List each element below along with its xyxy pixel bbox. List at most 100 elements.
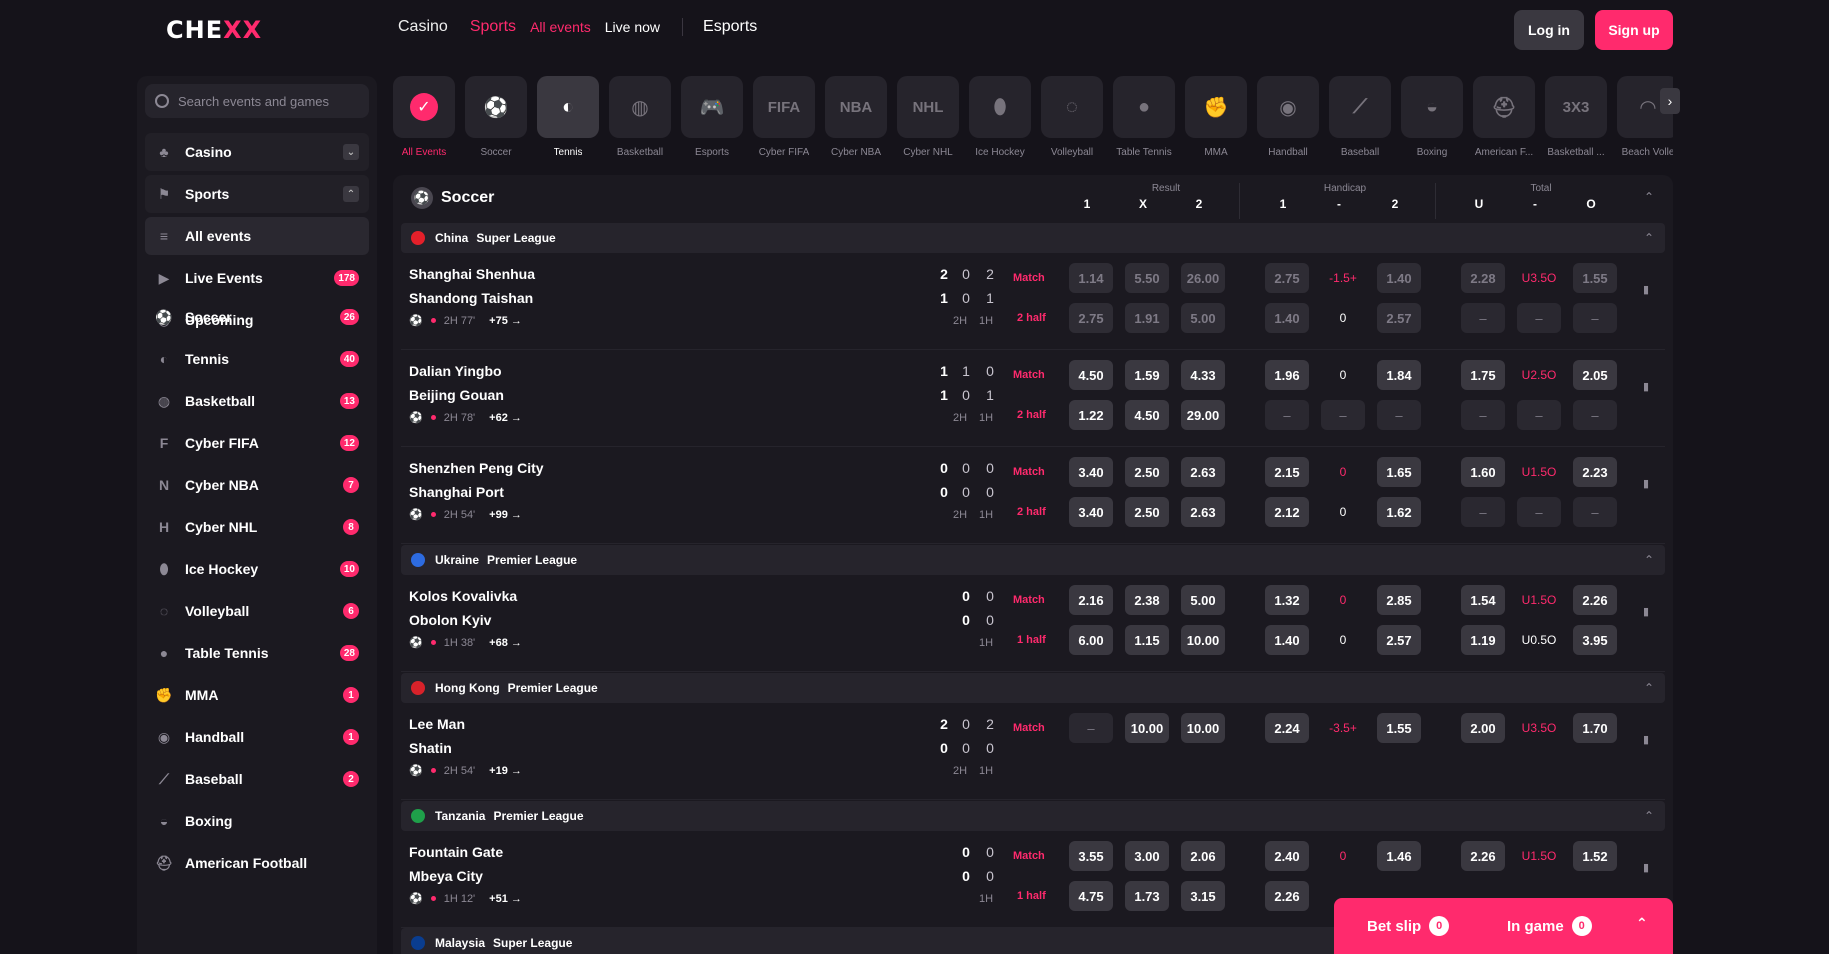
odds-button[interactable]: 2.26: [1461, 841, 1505, 871]
tab-mma[interactable]: ✊ MMA: [1185, 76, 1247, 158]
odds-button[interactable]: –: [1573, 400, 1617, 430]
odds-button[interactable]: 5.50: [1125, 263, 1169, 293]
tab-american-f[interactable]: ⛑ American F...: [1473, 76, 1535, 158]
sidebar-item-baseball[interactable]: ⟋ Baseball 2: [145, 760, 369, 798]
odds-button[interactable]: 1.40: [1377, 263, 1421, 293]
odds-button[interactable]: 2.16: [1069, 585, 1113, 615]
tab-soccer[interactable]: ⚽ Soccer: [465, 76, 527, 158]
odds-button[interactable]: 4.50: [1069, 360, 1113, 390]
odds-button[interactable]: 1.52: [1573, 841, 1617, 871]
odds-button[interactable]: 1.70: [1573, 713, 1617, 743]
in-game-tab[interactable]: In game 0: [1507, 916, 1592, 936]
sidebar-item-soccer[interactable]: ⚽ Soccer 26: [145, 298, 369, 336]
odds-button[interactable]: 2.75: [1069, 303, 1113, 333]
team-home[interactable]: Dalian Yingbo: [409, 363, 502, 379]
odds-button[interactable]: 2.00: [1461, 713, 1505, 743]
team-home[interactable]: Shenzhen Peng City: [409, 460, 544, 476]
team-home[interactable]: Fountain Gate: [409, 844, 503, 860]
brand-logo[interactable]: CHE XX: [166, 15, 262, 45]
sidebar-item-mma[interactable]: ✊ MMA 1: [145, 676, 369, 714]
odds-button[interactable]: 2.24: [1265, 713, 1309, 743]
sidebar-group-casino[interactable]: ♣ Casino ⌄: [145, 133, 369, 171]
odds-button[interactable]: 3.00: [1125, 841, 1169, 871]
odds-button[interactable]: 2.05: [1573, 360, 1617, 390]
bet-slip-bar[interactable]: Bet slip 0 In game 0 ⌃: [1334, 898, 1673, 954]
odds-button[interactable]: 5.00: [1181, 585, 1225, 615]
odds-button[interactable]: 1.91: [1125, 303, 1169, 333]
chevron-up-icon[interactable]: ⌃: [1641, 680, 1657, 696]
odds-button[interactable]: 1.15: [1125, 625, 1169, 655]
chevron-up-icon[interactable]: ⌃: [1641, 808, 1657, 824]
nav-live-now[interactable]: Live now: [605, 19, 660, 35]
odds-button[interactable]: 1.65: [1377, 457, 1421, 487]
odds-button[interactable]: 1.40: [1265, 625, 1309, 655]
nav-sports[interactable]: Sports: [470, 18, 516, 36]
sidebar-item-basketball[interactable]: ◍ Basketball 13: [145, 382, 369, 420]
tab-table-tennis[interactable]: ● Table Tennis: [1113, 76, 1175, 158]
odds-button[interactable]: 2.26: [1573, 585, 1617, 615]
odds-button[interactable]: 2.63: [1181, 497, 1225, 527]
sidebar-item-cyber-nba[interactable]: N Cyber NBA 7: [145, 466, 369, 504]
team-home[interactable]: Shanghai Shenhua: [409, 266, 535, 282]
odds-button[interactable]: 5.00: [1181, 303, 1225, 333]
odds-button[interactable]: 2.15: [1265, 457, 1309, 487]
odds-button[interactable]: 2.50: [1125, 497, 1169, 527]
odds-button[interactable]: 1.32: [1265, 585, 1309, 615]
odds-button[interactable]: 6.00: [1069, 625, 1113, 655]
more-markets-link[interactable]: +75 →: [489, 315, 522, 327]
sidebar-item-tennis[interactable]: ◐ Tennis 40: [145, 340, 369, 378]
more-markets-link[interactable]: +19 →: [489, 765, 522, 777]
team-home[interactable]: Lee Man: [409, 716, 465, 732]
odds-button[interactable]: 1.62: [1377, 497, 1421, 527]
tab-boxing[interactable]: ◒ Boxing: [1401, 76, 1463, 158]
sidebar-item-table-tennis[interactable]: ● Table Tennis 28: [145, 634, 369, 672]
team-home[interactable]: Kolos Kovalivka: [409, 588, 517, 604]
stats-icon[interactable]: ▮: [1643, 605, 1657, 619]
search-input[interactable]: Search events and games: [145, 84, 369, 118]
odds-button[interactable]: 1.84: [1377, 360, 1421, 390]
odds-button[interactable]: 2.57: [1377, 625, 1421, 655]
odds-button[interactable]: 2.50: [1125, 457, 1169, 487]
nav-all-events[interactable]: All events: [530, 19, 591, 35]
odds-button[interactable]: 2.28: [1461, 263, 1505, 293]
odds-button[interactable]: 1.22: [1069, 400, 1113, 430]
chevron-down-icon[interactable]: ⌄: [343, 144, 359, 160]
league-header[interactable]: Hong Kong Premier League: [401, 673, 1665, 703]
sidebar-item-handball[interactable]: ◉ Handball 1: [145, 718, 369, 756]
odds-button[interactable]: 1.14: [1069, 263, 1113, 293]
sidebar-item-cyber-nhl[interactable]: H Cyber NHL 8: [145, 508, 369, 546]
odds-button[interactable]: 2.23: [1573, 457, 1617, 487]
odds-button[interactable]: 2.38: [1125, 585, 1169, 615]
sidebar-item-volleyball[interactable]: ◌ Volleyball 6: [145, 592, 369, 630]
odds-button[interactable]: –: [1377, 400, 1421, 430]
sidebar-item-live-events[interactable]: ▶ Live Events 178: [145, 259, 369, 297]
odds-button[interactable]: 3.40: [1069, 457, 1113, 487]
odds-button[interactable]: 1.54: [1461, 585, 1505, 615]
odds-button[interactable]: 2.06: [1181, 841, 1225, 871]
odds-button[interactable]: 3.15: [1181, 881, 1225, 911]
chevron-up-icon[interactable]: ⌃: [1641, 230, 1657, 246]
odds-button[interactable]: 1.59: [1125, 360, 1169, 390]
odds-button[interactable]: 2.63: [1181, 457, 1225, 487]
odds-button[interactable]: –: [1461, 400, 1505, 430]
tab-cyber-nba[interactable]: NBA Cyber NBA: [825, 76, 887, 158]
more-markets-link[interactable]: +99 →: [489, 509, 522, 521]
odds-button[interactable]: 1.96: [1265, 360, 1309, 390]
odds-button[interactable]: 3.40: [1069, 497, 1113, 527]
odds-button[interactable]: 4.33: [1181, 360, 1225, 390]
sidebar-group-sports[interactable]: ⚑ Sports ⌃: [145, 175, 369, 213]
team-away[interactable]: Mbeya City: [409, 868, 483, 884]
tab-handball[interactable]: ◉ Handball: [1257, 76, 1319, 158]
odds-button[interactable]: 2.40: [1265, 841, 1309, 871]
chevron-up-icon[interactable]: ⌃: [1636, 915, 1648, 932]
stats-icon[interactable]: ▮: [1643, 861, 1657, 875]
chevron-up-icon[interactable]: ⌃: [343, 186, 359, 202]
league-header[interactable]: Ukraine Premier League: [401, 545, 1665, 575]
tab-volleyball[interactable]: ◌ Volleyball: [1041, 76, 1103, 158]
league-header[interactable]: China Super League: [401, 223, 1665, 253]
nav-casino[interactable]: Casino: [398, 18, 448, 36]
odds-button[interactable]: 1.40: [1265, 303, 1309, 333]
stats-icon[interactable]: ▮: [1643, 380, 1657, 394]
more-markets-link[interactable]: +62 →: [489, 412, 522, 424]
team-away[interactable]: Shatin: [409, 740, 452, 756]
